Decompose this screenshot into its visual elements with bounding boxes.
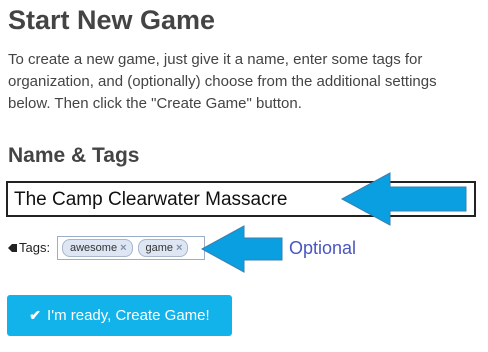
- tag-chip-label: awesome: [70, 242, 118, 254]
- optional-label: Optional: [289, 238, 357, 258]
- tag-icon: [8, 244, 18, 252]
- create-game-button-label: I'm ready, Create Game!: [47, 307, 210, 324]
- check-icon: ✔: [29, 307, 42, 323]
- game-name-value: The Camp Clearwater Massacre: [14, 189, 288, 210]
- tags-label-text: Tags:: [19, 240, 51, 255]
- tags-label: Tags:: [8, 240, 50, 256]
- tag-chip[interactable]: game ×: [137, 239, 189, 257]
- create-game-button[interactable]: ✔ I'm ready, Create Game!: [7, 295, 232, 336]
- name-annotation-arrow: [340, 172, 467, 226]
- tags-annotation-arrow: [200, 225, 283, 273]
- tags-input[interactable]: awesome × game ×: [57, 236, 205, 260]
- intro-text: To create a new game, just give it a nam…: [8, 51, 437, 112]
- tag-chip-label: game: [145, 242, 174, 254]
- tag-remove-icon[interactable]: ×: [120, 241, 126, 255]
- page-title: Start New Game: [8, 5, 216, 35]
- tag-chip[interactable]: awesome ×: [62, 239, 133, 257]
- section-title: Name & Tags: [8, 144, 140, 167]
- tag-remove-icon[interactable]: ×: [176, 241, 182, 255]
